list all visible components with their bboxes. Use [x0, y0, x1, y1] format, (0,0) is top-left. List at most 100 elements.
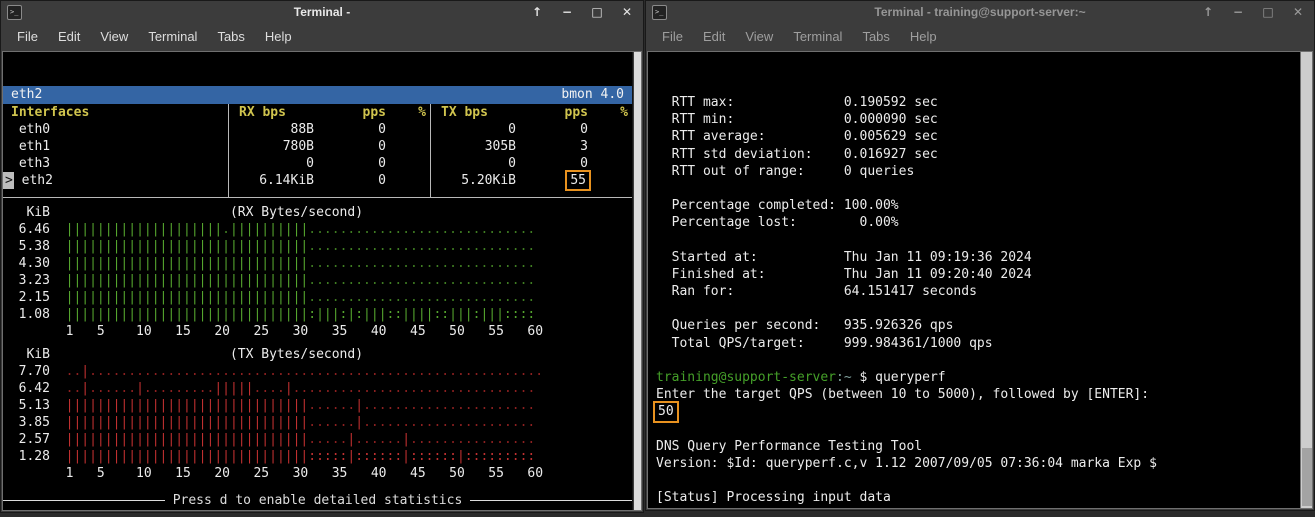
cell-value — [588, 121, 632, 138]
minimize-button[interactable]: − — [557, 5, 577, 19]
cell-value — [588, 155, 632, 172]
terminal-line — [656, 300, 1300, 317]
interface-table: eth088B000 eth1780B0305B3 eth30000> eth2… — [3, 121, 632, 189]
text-run: DNS Query Performance Testing Tool — [656, 439, 922, 454]
terminal-line: RTT average: 0.005629 sec — [656, 128, 1300, 145]
prompt-user-host: training@support-server — [656, 370, 836, 385]
scrollbar[interactable] — [1300, 52, 1312, 508]
graph-row: 7.70 ..|................................… — [3, 363, 632, 380]
menu-tabs[interactable]: Tabs — [854, 26, 897, 47]
menu-view[interactable]: View — [92, 26, 136, 47]
terminal-output[interactable]: RTT max: 0.190592 sec RTT min: 0.000090 … — [648, 52, 1300, 508]
terminal-line — [656, 352, 1300, 369]
graph-ylabel: 3.23 — [3, 273, 66, 288]
graph-run: |||||||||||||||||||| — [66, 222, 223, 237]
bmon-version: bmon 4.0 — [561, 86, 624, 104]
close-button[interactable]: ✕ — [1288, 5, 1308, 19]
terminal-line: DNS Query Performance Testing Tool — [656, 438, 1300, 455]
graph-run: ||||||||||||||||||||||||||||||| — [66, 415, 309, 430]
menu-terminal[interactable]: Terminal — [785, 26, 850, 47]
graph-ylabel: 4.30 — [3, 256, 66, 271]
cell-value: 88B — [228, 121, 314, 138]
graph-ylabel: 5.38 — [3, 239, 66, 254]
maximize-button[interactable]: □ — [587, 5, 607, 19]
cell-value: 780B — [228, 138, 314, 155]
titlebar[interactable]: >_ Terminal - ↑ − □ ✕ — [1, 1, 643, 23]
graph-row: 6.42 ..|......|.........|||||....|......… — [3, 380, 632, 397]
menu-edit[interactable]: Edit — [695, 26, 733, 47]
scrollbar[interactable] — [632, 52, 641, 510]
terminal-line: Started at: Thu Jan 11 09:19:36 2024 — [656, 249, 1300, 266]
menu-file[interactable]: File — [9, 26, 46, 47]
close-button[interactable]: ✕ — [617, 5, 637, 19]
minimize-button[interactable]: − — [1228, 5, 1248, 19]
interface-table-header: Interfaces RX bps pps % TX bps pps % — [3, 104, 632, 121]
terminal-line: Enter the target QPS (between 10 to 5000… — [656, 386, 1300, 403]
text-run: Percentage lost: 0.00% — [656, 215, 899, 230]
menu-help[interactable]: Help — [902, 26, 945, 47]
menu-terminal[interactable]: Terminal — [140, 26, 205, 47]
shade-button[interactable]: ↑ — [1198, 5, 1218, 19]
titlebar[interactable]: >_ Terminal - training@support-server:~ … — [646, 1, 1314, 23]
cell-value: 6.14KiB — [228, 172, 314, 189]
graph-run: ||||||||||||||||||||||||||||||| — [66, 432, 309, 447]
graph-run: | — [136, 381, 144, 396]
text-run: Percentage completed: 100.00% — [656, 198, 899, 213]
hint-additional-info: Press i to enable additional information — [3, 509, 632, 510]
graph-run: ||||||||||||||||||||||||||||||| — [66, 398, 309, 413]
scrollbar-thumb[interactable] — [1302, 448, 1312, 506]
menu-file[interactable]: File — [654, 26, 691, 47]
graph-run: ||||||||||||||||||||||||||||||| — [66, 256, 309, 271]
graph-run: ...................... — [363, 415, 535, 430]
graph-run: .. — [66, 364, 82, 379]
text-run: RTT min: 0.000090 sec — [656, 112, 938, 127]
graph-ylabel: 2.57 — [3, 432, 66, 447]
menu-edit[interactable]: Edit — [50, 26, 88, 47]
graph-run: ...................... — [363, 398, 535, 413]
terminal-line: Total QPS/target: 999.984361/1000 qps — [656, 335, 1300, 352]
interface-row: eth1780B0305B3 — [3, 138, 632, 155]
cell-value: 5.20KiB — [430, 172, 516, 189]
graph-ylabel: 6.46 — [3, 222, 66, 237]
text-run: [Status] Processing input data — [656, 490, 891, 505]
graph-run: | — [285, 381, 293, 396]
menu-help[interactable]: Help — [257, 26, 300, 47]
terminal-line: 50 — [656, 403, 1300, 420]
graph-xaxis: 1 5 10 15 20 25 30 35 40 45 50 55 60 — [3, 465, 632, 482]
cell-value — [386, 155, 430, 172]
terminal-window-bmon: >_ Terminal - ↑ − □ ✕ File Edit View Ter… — [0, 0, 644, 513]
interface-row: eth088B000 — [3, 121, 632, 138]
bmon-screen: eth2 bmon 4.0 Interfaces RX bps pps % TX… — [3, 52, 632, 510]
shade-button[interactable]: ↑ — [527, 5, 547, 19]
text-run: $ queryperf — [852, 370, 946, 385]
menu-tabs[interactable]: Tabs — [209, 26, 252, 47]
interface-row: eth30000 — [3, 155, 632, 172]
text-run: RTT out of range: 0 queries — [656, 164, 914, 179]
cell-value: 305B — [430, 138, 516, 155]
graph-row: 3.23 |||||||||||||||||||||||||||||||....… — [3, 272, 632, 289]
text-run: Total QPS/target: 999.984361/1000 qps — [656, 336, 993, 351]
terminal-line: Percentage completed: 100.00% — [656, 197, 1300, 214]
cell-value: 55 — [516, 172, 588, 189]
maximize-button[interactable]: □ — [1258, 5, 1278, 19]
graph-title: KiB (TX Bytes/second) — [3, 346, 632, 363]
cell-value — [588, 138, 632, 155]
graph-row: 5.13 |||||||||||||||||||||||||||||||....… — [3, 397, 632, 414]
terminal-line — [656, 472, 1300, 489]
menu-view[interactable]: View — [737, 26, 781, 47]
interface-name: eth3 — [11, 155, 228, 172]
scrollbar-thumb[interactable] — [634, 52, 641, 510]
graph-run: ||||||||||||||||||||||||||||||| — [66, 273, 309, 288]
terminal-line: Queries per second: 935.926326 qps — [656, 317, 1300, 334]
graph-row: 1.08 |||||||||||||||||||||||||||||||:|||… — [3, 306, 632, 323]
highlight-annotation: 50 — [653, 401, 679, 422]
terminal-window-queryperf: >_ Terminal - training@support-server:~ … — [645, 0, 1315, 511]
terminal-line: RTT out of range: 0 queries — [656, 163, 1300, 180]
interface-name: eth0 — [11, 121, 228, 138]
text-run: Version: $Id: queryperf.c,v 1.12 2007/09… — [656, 456, 1157, 471]
graph-title: KiB (RX Bytes/second) — [3, 204, 632, 221]
menubar: File Edit View Terminal Tabs Help — [646, 23, 1314, 50]
text-run: Enter the target QPS (between 10 to 5000… — [656, 387, 1149, 402]
graph-ylabel: 3.85 — [3, 415, 66, 430]
terminal-line: RTT min: 0.000090 sec — [656, 111, 1300, 128]
